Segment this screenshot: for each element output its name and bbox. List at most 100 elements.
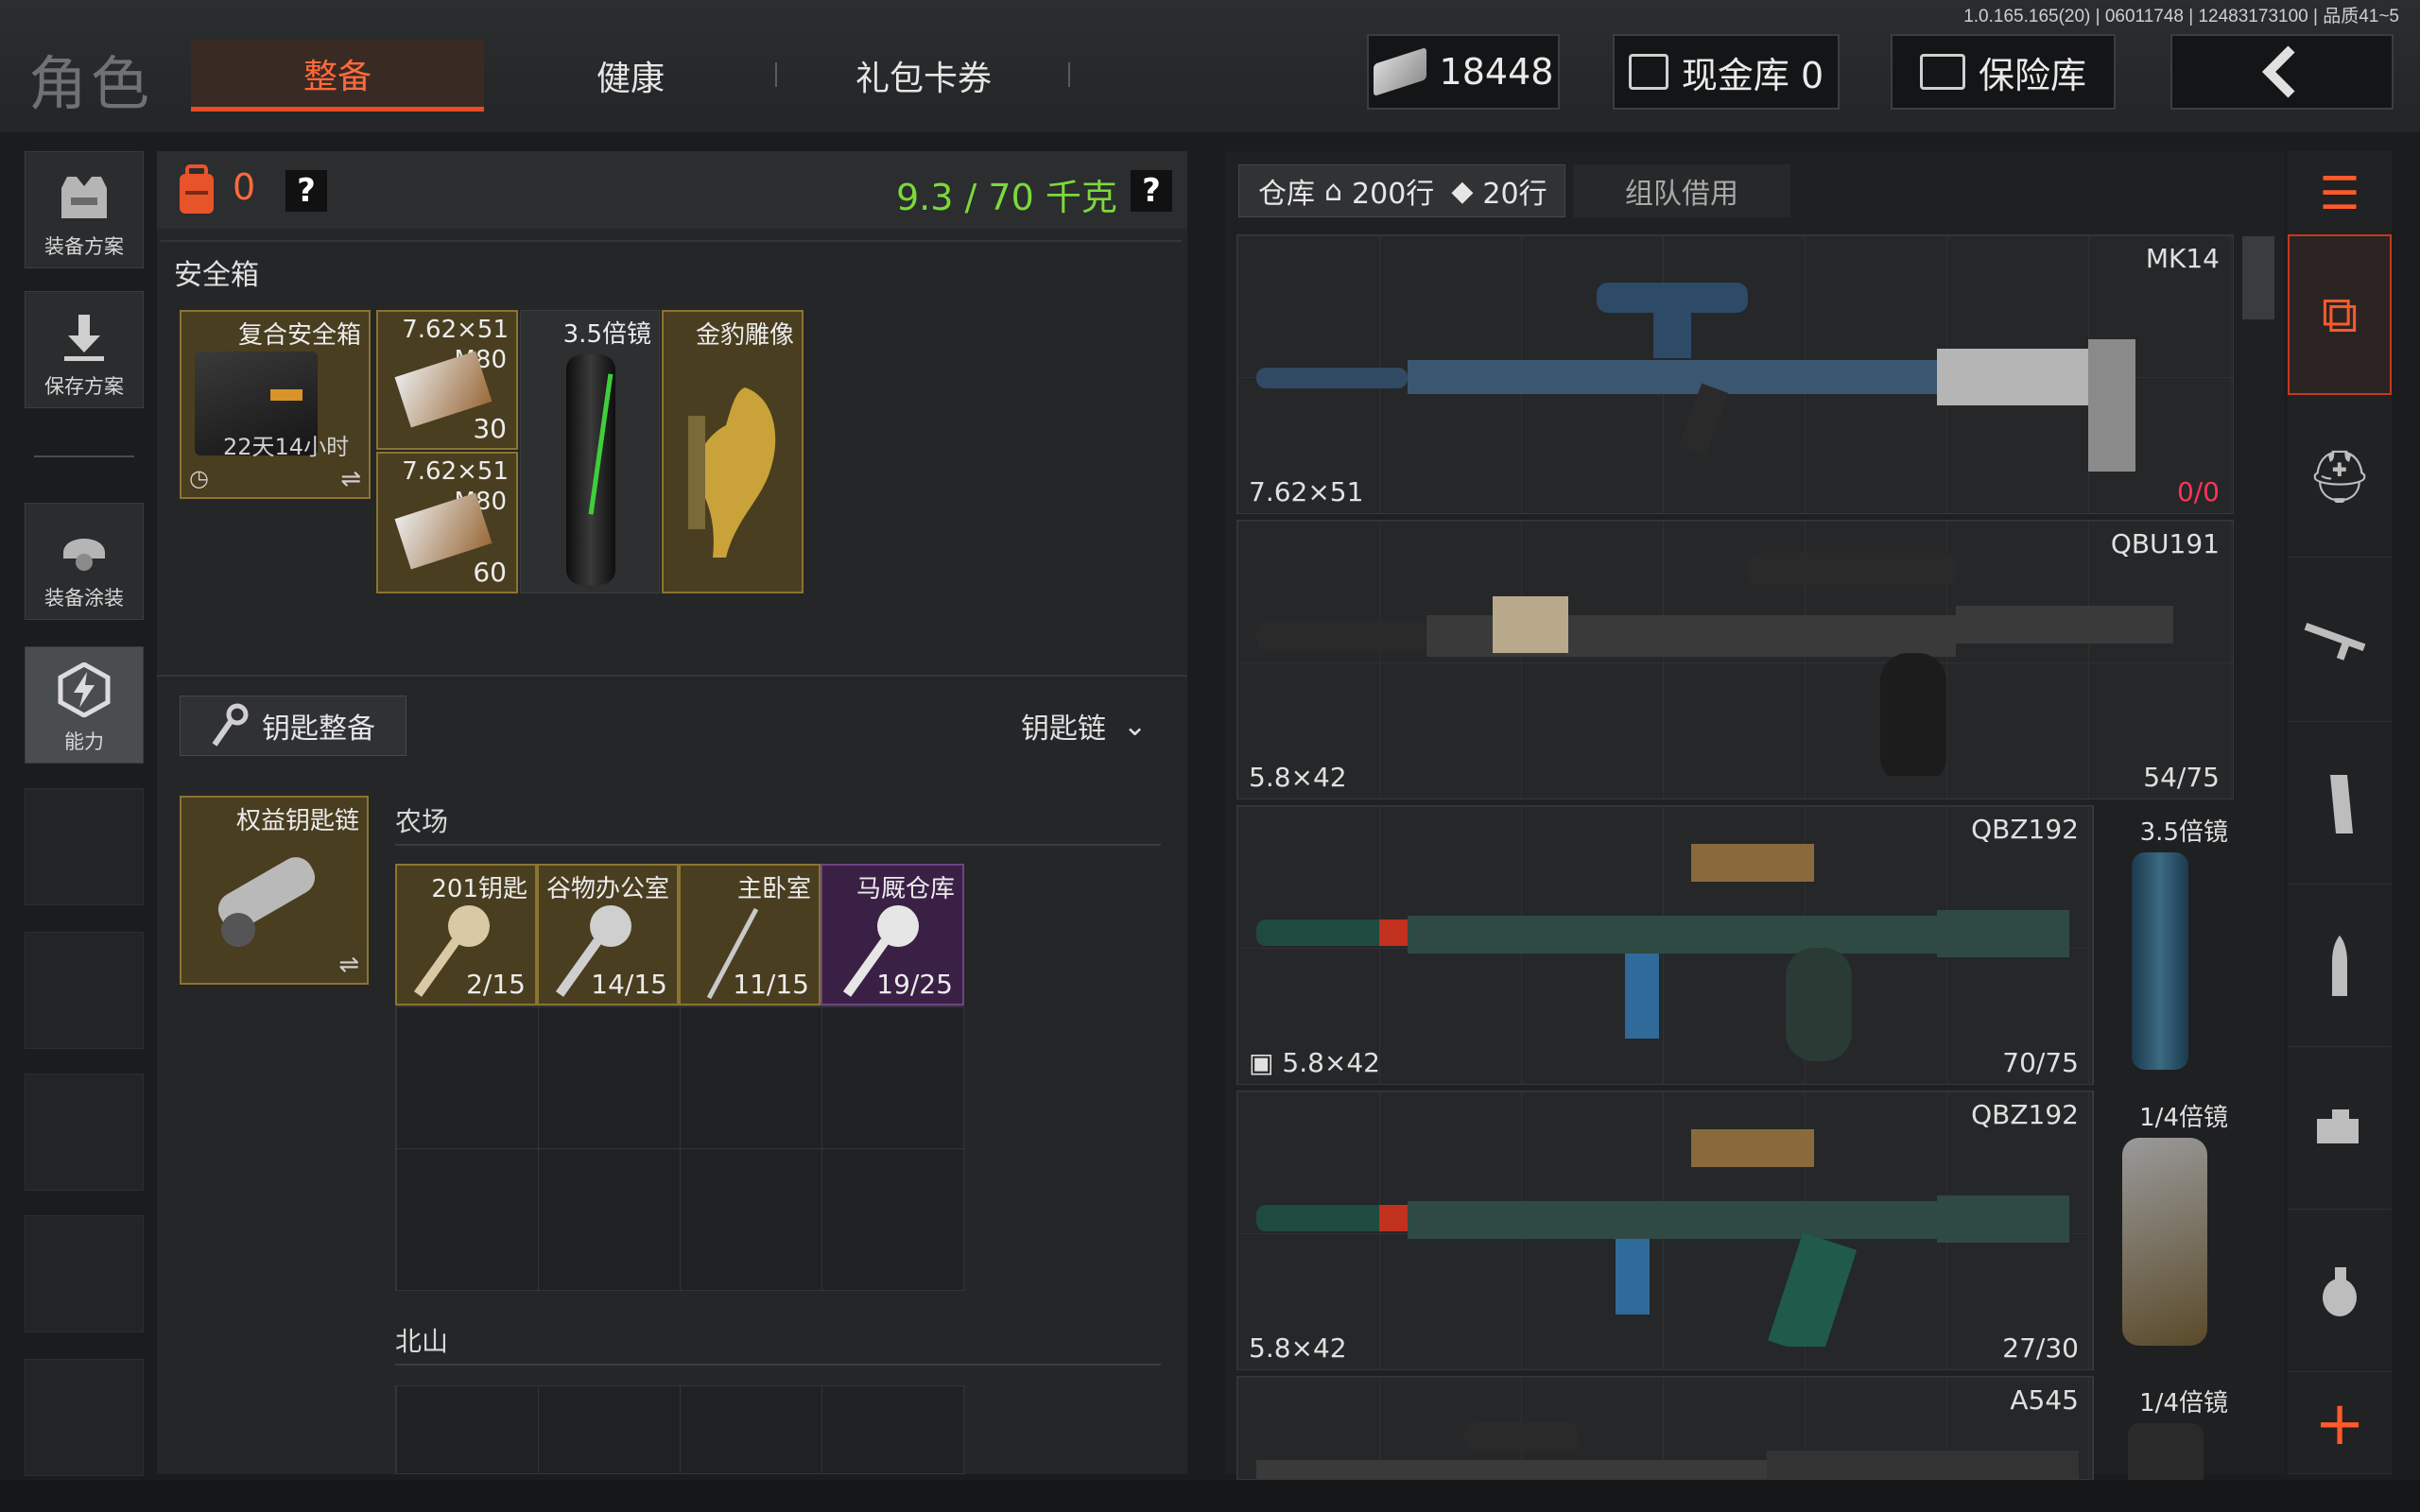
- category-attachments[interactable]: [2288, 1049, 2392, 1210]
- keychain-icon: [217, 857, 316, 947]
- scope-slot[interactable]: 3.5倍镜: [520, 310, 660, 593]
- sight-icon: [2317, 1108, 2359, 1143]
- attachment-label: 1/4倍镜: [2139, 1104, 2228, 1132]
- scope-image: [2128, 1423, 2204, 1480]
- key-count: 2/15: [466, 969, 526, 1000]
- bullet-icon: [2332, 935, 2347, 996]
- rail-divider: [34, 455, 134, 457]
- weapon-card[interactable]: QBZ192 5.8×42 27/30: [1236, 1091, 2093, 1370]
- ammo-count: 30: [473, 413, 507, 444]
- key-count: 14/15: [591, 969, 667, 1000]
- vest-icon: [61, 177, 107, 218]
- rifle-image: [1256, 844, 2069, 1061]
- weapon-card[interactable]: QBZ192 ▣ 5.8×42 70/75: [1236, 805, 2093, 1085]
- key-slot[interactable]: 谷物办公室 14/15: [537, 864, 679, 1005]
- divider: [157, 675, 1187, 677]
- key-icon: [212, 703, 249, 747]
- swap-icon[interactable]: ⇌: [340, 465, 361, 493]
- scope-highlight: [588, 373, 614, 515]
- cash-vault-button[interactable]: 现金库 0: [1613, 34, 1840, 110]
- helmet-icon: [63, 539, 105, 571]
- category-throwables[interactable]: [2288, 1211, 2392, 1372]
- attachment-slot[interactable]: 3.5倍镜: [2093, 805, 2234, 1085]
- key-loadout-button[interactable]: 钥匙整备: [180, 696, 406, 756]
- magazine-icon: [2330, 774, 2353, 833]
- helmet-icon: ⛑: [2307, 446, 2373, 507]
- warehouse-scrollbar[interactable]: [2242, 236, 2274, 319]
- category-ammo[interactable]: [2288, 886, 2392, 1047]
- rifle-image: [1256, 553, 2173, 776]
- weapon-card[interactable]: MK14 7.62×51 0/0: [1236, 234, 2234, 514]
- sort-refresh-button[interactable]: ☰: [2288, 151, 2392, 236]
- weapon-caliber-row: ▣ 5.8×42: [1249, 1047, 1380, 1078]
- loadout-plan-button[interactable]: 装备方案: [25, 151, 144, 268]
- keychain-slot[interactable]: 权益钥匙链 ⇌: [180, 796, 369, 985]
- page-title: 角色: [28, 49, 154, 118]
- back-button[interactable]: [2170, 34, 2394, 110]
- ability-button[interactable]: 能力: [25, 646, 144, 764]
- category-all[interactable]: ⧉: [2288, 234, 2392, 395]
- money-display[interactable]: 18448: [1367, 34, 1560, 110]
- help-button[interactable]: ?: [285, 170, 327, 212]
- safe-vault-button[interactable]: 保险库: [1891, 34, 2116, 110]
- category-armor[interactable]: ⛑: [2288, 397, 2392, 558]
- safe-vault-label: 保险库: [1978, 54, 2086, 96]
- divider: [161, 240, 1182, 242]
- section-north-title: 北山: [395, 1326, 449, 1357]
- chevron-left-icon: [2261, 45, 2295, 98]
- weapon-card[interactable]: A545: [1236, 1376, 2093, 1480]
- add-button[interactable]: +: [2288, 1374, 2392, 1474]
- empty-rail-slot: [25, 788, 144, 905]
- warehouse-tab-label: 仓库: [1258, 178, 1315, 211]
- attachment-slot[interactable]: 1/4倍镜: [2093, 1376, 2234, 1480]
- divider: [395, 844, 1161, 846]
- key-count: 11/15: [733, 969, 809, 1000]
- skin-button[interactable]: 装备涂装: [25, 503, 144, 620]
- tab-equip[interactable]: 整备: [191, 40, 484, 112]
- weapon-caliber: 7.62×51: [1249, 476, 1364, 507]
- warehouse-rows: 200行: [1352, 178, 1435, 211]
- ammo-count: 60: [473, 557, 507, 588]
- tab-health[interactable]: 健康: [484, 40, 777, 112]
- tab-divider: [1068, 62, 1070, 87]
- ammo-slot[interactable]: 7.62×51 M80 30: [376, 310, 518, 450]
- tab-team-borrow[interactable]: 组队借用: [1573, 164, 1790, 217]
- keychain-dropdown[interactable]: 钥匙链 ⌄: [1021, 705, 1147, 747]
- rail-label: 保存方案: [44, 375, 124, 398]
- ammo-slot[interactable]: 7.62×51 M80 60: [376, 452, 518, 593]
- swap-icon[interactable]: ⇌: [338, 951, 359, 979]
- weapon-ammo: 70/75: [2002, 1047, 2079, 1078]
- empty-rail-slot: [25, 932, 144, 1049]
- weapon-name: MK14: [2145, 243, 2220, 274]
- save-plan-button[interactable]: 保存方案: [25, 291, 144, 408]
- key-slot[interactable]: 马厩仓库 19/25: [821, 864, 964, 1005]
- ammo-label: 7.62×51: [402, 457, 509, 486]
- category-weapons[interactable]: [2288, 561, 2392, 722]
- weight-help-button[interactable]: ?: [1131, 170, 1172, 212]
- key-slot[interactable]: 主卧室 11/15: [679, 864, 821, 1005]
- rail-label: 装备涂装: [44, 587, 124, 610]
- tab-gift-cards[interactable]: 礼包卡券: [777, 40, 1070, 112]
- scope-image: [2122, 1138, 2207, 1346]
- safebox-title: 安全箱: [174, 259, 259, 292]
- scope-image: [566, 354, 615, 585]
- safe-icon: [1919, 54, 1965, 90]
- version-info: 1.0.165.165(20) | 06011748 | 12483173100…: [1963, 7, 2399, 26]
- key-slot[interactable]: 201钥匙 2/15: [395, 864, 537, 1005]
- section-farm-title: 农场: [395, 806, 449, 837]
- safebox-slot[interactable]: 复合安全箱 22天14小时 ◷ ⇌: [180, 310, 371, 499]
- category-magazines[interactable]: [2288, 724, 2392, 885]
- statue-slot[interactable]: 金豹雕像: [662, 310, 804, 593]
- key-loadout-label: 钥匙整备: [262, 713, 375, 746]
- plus-icon: +: [2314, 1388, 2365, 1459]
- clock-icon: ◷: [189, 465, 209, 491]
- tab-warehouse[interactable]: 仓库 ⌂ 200行 ◆ 20行: [1238, 164, 1565, 217]
- ticket-icon: ◆: [1451, 174, 1474, 208]
- attachment-slot[interactable]: 1/4倍镜: [2093, 1091, 2234, 1370]
- scope-label: 3.5倍镜: [562, 320, 651, 349]
- money-icon: [1373, 46, 1426, 97]
- vault-icon: [1628, 54, 1668, 90]
- weapon-card[interactable]: QBU191 5.8×42 54/75: [1236, 520, 2234, 799]
- weapon-ammo: 27/30: [2002, 1332, 2079, 1364]
- scope-image: [2132, 852, 2188, 1070]
